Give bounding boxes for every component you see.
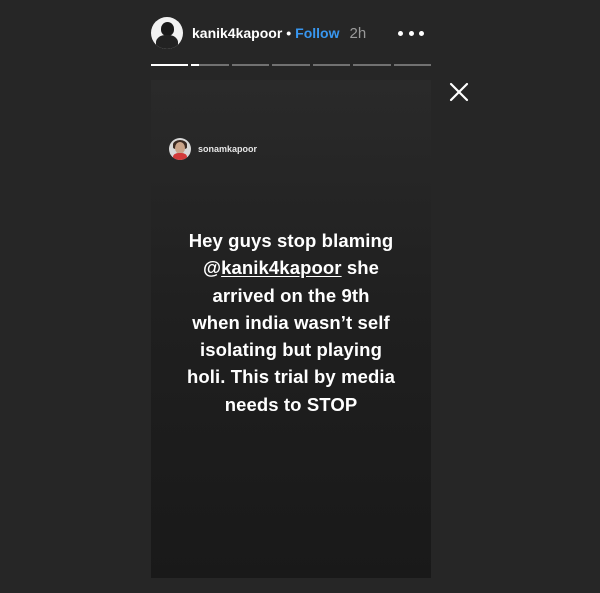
progress-segment	[151, 64, 189, 66]
message-text: when india wasn’t self	[192, 311, 390, 333]
avatar-shirt-shape	[173, 153, 187, 160]
story-header: kanik4kapoor • Follow 2h	[151, 16, 431, 50]
message-line: when india wasn’t self	[151, 309, 431, 336]
dot-separator: •	[286, 25, 292, 41]
progress-segment	[231, 64, 270, 66]
message-line: @kanik4kapoor she	[151, 254, 431, 281]
progress-segment	[393, 64, 431, 66]
message-line: holi. This trial by media	[151, 363, 431, 390]
reshared-from-tag[interactable]: sonamkapoor	[169, 138, 257, 160]
progress-segment-fill	[191, 64, 199, 66]
avatar-body-shape	[156, 35, 178, 49]
follow-button[interactable]: Follow	[295, 25, 339, 41]
story-message-text: Hey guys stop blaming @kanik4kapoor she ar…	[151, 227, 431, 418]
message-text: needs to STOP	[224, 393, 358, 415]
reshared-username: sonamkapoor	[198, 144, 258, 154]
message-text: holi. This trial by media	[186, 366, 396, 388]
message-line: isolating but playing	[151, 336, 431, 363]
message-text: @	[202, 257, 222, 279]
message-text: Hey guys stop blaming	[188, 230, 394, 251]
message-line: needs to STOP	[151, 391, 431, 418]
more-dot	[408, 30, 414, 36]
progress-segment	[272, 64, 310, 66]
more-dot	[398, 30, 403, 36]
message-line: arrived on the 9th	[151, 282, 431, 309]
post-time: 2h	[349, 24, 367, 42]
mention-link[interactable]: kanik4kapoor	[221, 257, 341, 278]
progress-segment	[353, 64, 391, 66]
more-dot	[419, 30, 424, 36]
message-text: she	[341, 257, 380, 279]
message-text: arrived on the 9th	[212, 284, 370, 306]
story-progress-bar	[151, 64, 431, 67]
more-options-icon[interactable]	[398, 24, 424, 42]
profile-avatar[interactable]	[151, 17, 183, 49]
avatar-head-shape	[161, 22, 174, 36]
progress-segment	[312, 64, 351, 66]
reshared-avatar	[169, 138, 191, 160]
progress-segment	[191, 64, 229, 66]
progress-segment-fill	[151, 64, 189, 66]
story-viewer: kanik4kapoor • Follow 2h sonamkapoor Hey…	[0, 0, 600, 593]
story-content[interactable]: sonamkapoor Hey guys stop blaming @kanik4…	[151, 80, 431, 578]
username-link[interactable]: kanik4kapoor	[192, 25, 282, 41]
message-line: Hey guys stop blaming	[151, 227, 431, 254]
message-text: isolating but playing	[200, 339, 382, 361]
close-icon[interactable]	[449, 82, 469, 102]
